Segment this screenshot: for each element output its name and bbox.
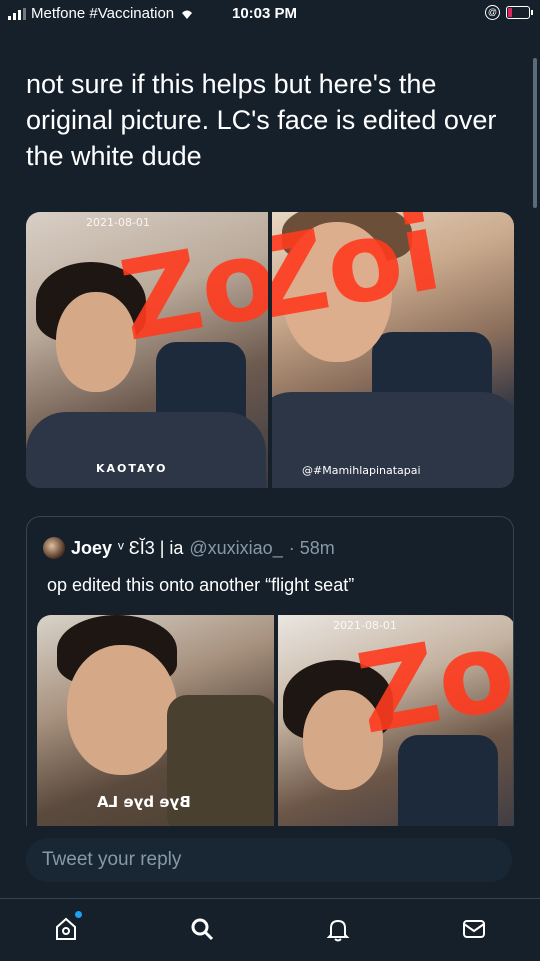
home-icon [56, 917, 76, 940]
face [67, 645, 177, 775]
quoted-author-name-suffix: ᵛ ƐĬ3 | ia [118, 537, 184, 558]
reply-input[interactable]: Tweet your reply [26, 838, 512, 882]
quoted-photo-2[interactable]: 2021-08-01 Zoi [278, 615, 514, 827]
tweet-text: not sure if this helps but here's the or… [26, 69, 497, 171]
scribble-overlay: Zoi [272, 212, 450, 346]
clock: 10:03 PM [232, 5, 298, 22]
avatar[interactable] [43, 537, 65, 559]
bottom-tab-bar [0, 898, 540, 961]
search-icon [191, 918, 214, 941]
tweet-media-grid: 2021-08-01 Zoi KAOTAYO Zoi @#Mamihlapina… [26, 212, 514, 488]
quoted-author-name[interactable]: Joey [71, 538, 112, 559]
status-left: Metfone #Vaccination [8, 5, 195, 22]
signal-icon [8, 7, 26, 20]
tweet-photo-2[interactable]: Zoi @#Mamihlapinatapai [272, 212, 514, 488]
quoted-tweet-time: · 58m [288, 537, 335, 558]
tweet-photo-1[interactable]: 2021-08-01 Zoi KAOTAYO [26, 212, 268, 488]
wifi-icon [182, 10, 193, 19]
photo-watermark: @#Mamihlapinatapai [302, 464, 421, 477]
tab-search[interactable] [186, 913, 218, 945]
quoted-author-handle[interactable]: @xuxixiao_ [189, 538, 282, 559]
tab-home[interactable] [50, 911, 82, 945]
reply-bar: Tweet your reply [0, 826, 540, 898]
photo-caption: Bye bye LA [97, 793, 191, 811]
scribble-overlay: Zoi [348, 615, 514, 759]
quoted-photo-1[interactable]: Bye bye LA [37, 615, 274, 827]
quoted-tweet[interactable]: Joey ᵛ ƐĬ3 | ia @xuxixiao_ · 58m op edit… [26, 516, 514, 827]
quoted-tweet-media-grid: Bye bye LA 2021-08-01 Zoi [37, 615, 514, 827]
scribble-overlay: Zoi [111, 212, 268, 366]
photo-date-stamp: 2021-08-01 [86, 216, 150, 229]
screen-record-icon: @ [485, 5, 500, 20]
shirt [26, 412, 266, 488]
battery-icon [506, 6, 533, 19]
notification-dot [75, 911, 82, 918]
quoted-tweet-text: op edited this onto another “flight seat… [47, 575, 355, 595]
scrollbar[interactable] [533, 58, 537, 208]
carrier-label: Metfone #Vaccination [31, 5, 175, 22]
quoted-tweet-header: Joey ᵛ ƐĬ3 | ia @xuxixiao_ · 58m [43, 537, 335, 559]
tab-messages[interactable] [458, 913, 490, 945]
status-bar: Metfone #Vaccination 10:03 PM @ [0, 0, 540, 30]
tab-notifications[interactable] [322, 913, 354, 945]
photo-caption: KAOTAYO [96, 462, 168, 475]
mail-icon [463, 920, 485, 938]
bell-icon [326, 919, 350, 942]
status-right: @ [485, 5, 533, 20]
